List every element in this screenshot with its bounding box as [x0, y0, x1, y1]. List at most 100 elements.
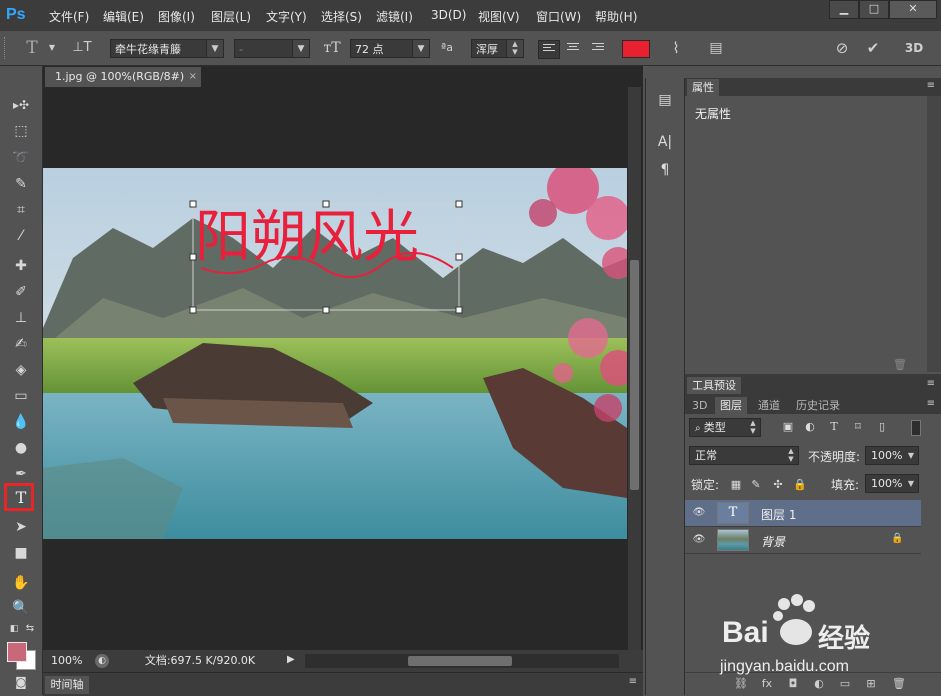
fill-field[interactable]: 100% ▼ — [865, 474, 919, 493]
commit-check-icon[interactable]: ✔ — [863, 39, 883, 57]
cancel-icon[interactable]: ⊘ — [832, 39, 852, 57]
eye-icon[interactable]: 👁 — [692, 534, 706, 546]
layer-name[interactable]: 背景 — [761, 533, 785, 550]
tab-properties[interactable]: 属性 — [687, 79, 719, 96]
menu-file[interactable]: 文件(F) — [49, 8, 89, 25]
properties-scrollbar[interactable] — [927, 96, 941, 372]
zoom-field[interactable]: 100% — [45, 653, 89, 669]
warp-text-icon[interactable]: ⌇ — [666, 39, 686, 57]
gradient-tool-icon[interactable]: ▭ — [11, 386, 31, 406]
tab-layers[interactable]: 图层 — [715, 397, 747, 414]
swap-colors-icon[interactable]: ⇆ — [20, 619, 40, 639]
lock-all-icon[interactable]: 🔒 — [793, 478, 807, 492]
filter-pixel-icon[interactable]: ▣ — [781, 420, 795, 434]
close-icon[interactable]: × — [189, 67, 197, 87]
hand-tool-icon[interactable]: ✋ — [11, 573, 31, 593]
text-orientation-icon[interactable]: ⊥T — [72, 39, 92, 57]
antialias-select[interactable]: 浑厚 ▲ ▼ — [471, 39, 524, 58]
clone-stamp-tool-icon[interactable]: ⊥ — [11, 308, 31, 328]
paragraph-styles-icon[interactable]: ▤ — [655, 90, 675, 110]
eye-icon[interactable]: 👁 — [692, 507, 706, 519]
status-info-icon[interactable]: ◐ — [95, 654, 109, 668]
path-select-tool-icon[interactable]: ➤ — [11, 517, 31, 537]
panel-menu-icon[interactable]: ≡ — [927, 80, 935, 91]
menu-type[interactable]: 文字(Y) — [266, 8, 307, 25]
vertical-scroll-thumb[interactable] — [630, 260, 639, 490]
quick-select-tool-icon[interactable]: ✎ — [11, 174, 31, 194]
menu-select[interactable]: 选择(S) — [321, 8, 362, 25]
menu-help[interactable]: 帮助(H) — [595, 8, 637, 25]
character-panel-icon[interactable]: ▤ — [706, 39, 726, 57]
filter-smart-object-icon[interactable]: ▯ — [875, 420, 889, 434]
tab-history[interactable]: 历史记录 — [791, 397, 845, 414]
menu-edit[interactable]: 编辑(E) — [103, 8, 144, 25]
eraser-tool-icon[interactable]: ◈ — [11, 360, 31, 380]
dodge-tool-icon[interactable]: ● — [11, 438, 31, 458]
panel-menu-icon[interactable]: ≡ — [927, 378, 935, 389]
tab-3d[interactable]: 3D — [687, 397, 712, 414]
rectangle-tool-icon[interactable]: ■ — [11, 543, 31, 563]
panel-menu-icon[interactable]: ≡ — [927, 398, 935, 409]
lock-image-icon[interactable]: ✎ — [749, 478, 763, 492]
filter-toggle[interactable] — [911, 420, 921, 436]
vertical-scrollbar[interactable] — [628, 87, 641, 650]
lasso-tool-icon[interactable]: ➰ — [11, 148, 31, 168]
status-menu-arrow-icon[interactable]: ▶ — [287, 654, 295, 665]
chevron-down-icon[interactable]: ▼ — [42, 39, 62, 57]
move-tool-icon[interactable]: ▸✣ — [11, 95, 31, 115]
menu-3d[interactable]: 3D(D) — [431, 8, 466, 22]
marquee-tool-icon[interactable]: ⬚ — [11, 121, 31, 141]
zoom-tool-icon[interactable]: 🔍 — [11, 598, 31, 618]
3d-text-button[interactable]: 3D — [900, 39, 928, 57]
character-icon[interactable]: A| — [655, 132, 675, 152]
menu-view[interactable]: 视图(V) — [478, 8, 520, 25]
panel-menu-icon[interactable]: ≡ — [629, 676, 637, 687]
blend-mode-select[interactable]: 正常 ▲ ▼ — [689, 446, 799, 465]
font-style-select[interactable]: - ▼ — [234, 39, 310, 58]
align-center-button[interactable] — [563, 40, 583, 57]
tab-channels[interactable]: 通道 — [753, 397, 785, 414]
lock-position-icon[interactable]: ✣ — [771, 478, 785, 492]
filter-shape-icon[interactable]: ⌑ — [851, 420, 865, 434]
align-left-icon — [543, 44, 555, 55]
horizontal-scrollbar[interactable] — [305, 654, 619, 668]
layer-row[interactable]: 👁 背景 🔒 — [685, 527, 921, 554]
image-canvas[interactable]: 阳朔风光 — [43, 168, 627, 539]
filter-adjustment-icon[interactable]: ◐ — [803, 420, 817, 434]
menu-image[interactable]: 图像(I) — [158, 8, 195, 25]
menu-window[interactable]: 窗口(W) — [536, 8, 581, 25]
quick-mask-icon[interactable]: ◙ — [11, 672, 31, 692]
type-tool-preset-icon[interactable]: T — [22, 39, 42, 57]
align-right-button[interactable] — [588, 40, 608, 57]
layer-row[interactable]: 👁 T 图层 1 — [685, 500, 921, 527]
align-left-button[interactable] — [538, 40, 560, 59]
filter-type-icon[interactable]: T — [827, 420, 841, 434]
blur-tool-icon[interactable]: 💧 — [11, 412, 31, 432]
trash-icon[interactable]: 🗑 — [893, 358, 907, 371]
paragraph-icon[interactable]: ¶ — [655, 160, 675, 180]
foreground-color-swatch[interactable] — [7, 642, 27, 662]
healing-brush-tool-icon[interactable]: ✚ — [11, 256, 31, 276]
layer-name[interactable]: 图层 1 — [761, 506, 796, 523]
text-color-swatch[interactable] — [622, 40, 650, 58]
options-grip[interactable] — [4, 37, 9, 59]
font-size-select[interactable]: 72 点 ▼ — [350, 39, 430, 58]
menu-filter[interactable]: 滤镜(I) — [376, 8, 413, 25]
brush-tool-icon[interactable]: ✐ — [11, 282, 31, 302]
pen-tool-icon[interactable]: ✒ — [11, 464, 31, 484]
menu-layer[interactable]: 图层(L) — [211, 8, 251, 25]
eyedropper-tool-icon[interactable]: ⁄ — [11, 226, 31, 246]
crop-tool-icon[interactable]: ⌗ — [11, 200, 31, 220]
layer-filter-select[interactable]: ⌕ 类型 ▲ ▼ — [689, 418, 761, 437]
minimize-button[interactable]: ▁ — [829, 0, 859, 19]
document-tab[interactable]: 1.jpg @ 100%(RGB/8#) × — [45, 67, 201, 87]
horizontal-scroll-thumb[interactable] — [408, 656, 512, 666]
opacity-field[interactable]: 100% ▼ — [865, 446, 919, 465]
font-family-select[interactable]: 牵牛花缘青籐 ▼ — [110, 39, 224, 58]
maximize-button[interactable]: □ — [859, 0, 889, 19]
lock-transparent-icon[interactable]: ▦ — [729, 478, 743, 492]
close-button[interactable]: ✕ — [889, 0, 937, 19]
tab-tool-presets[interactable]: 工具预设 — [687, 377, 741, 394]
timeline-tab[interactable]: 时间轴 — [45, 676, 89, 694]
history-brush-tool-icon[interactable]: ✍ — [11, 334, 31, 354]
